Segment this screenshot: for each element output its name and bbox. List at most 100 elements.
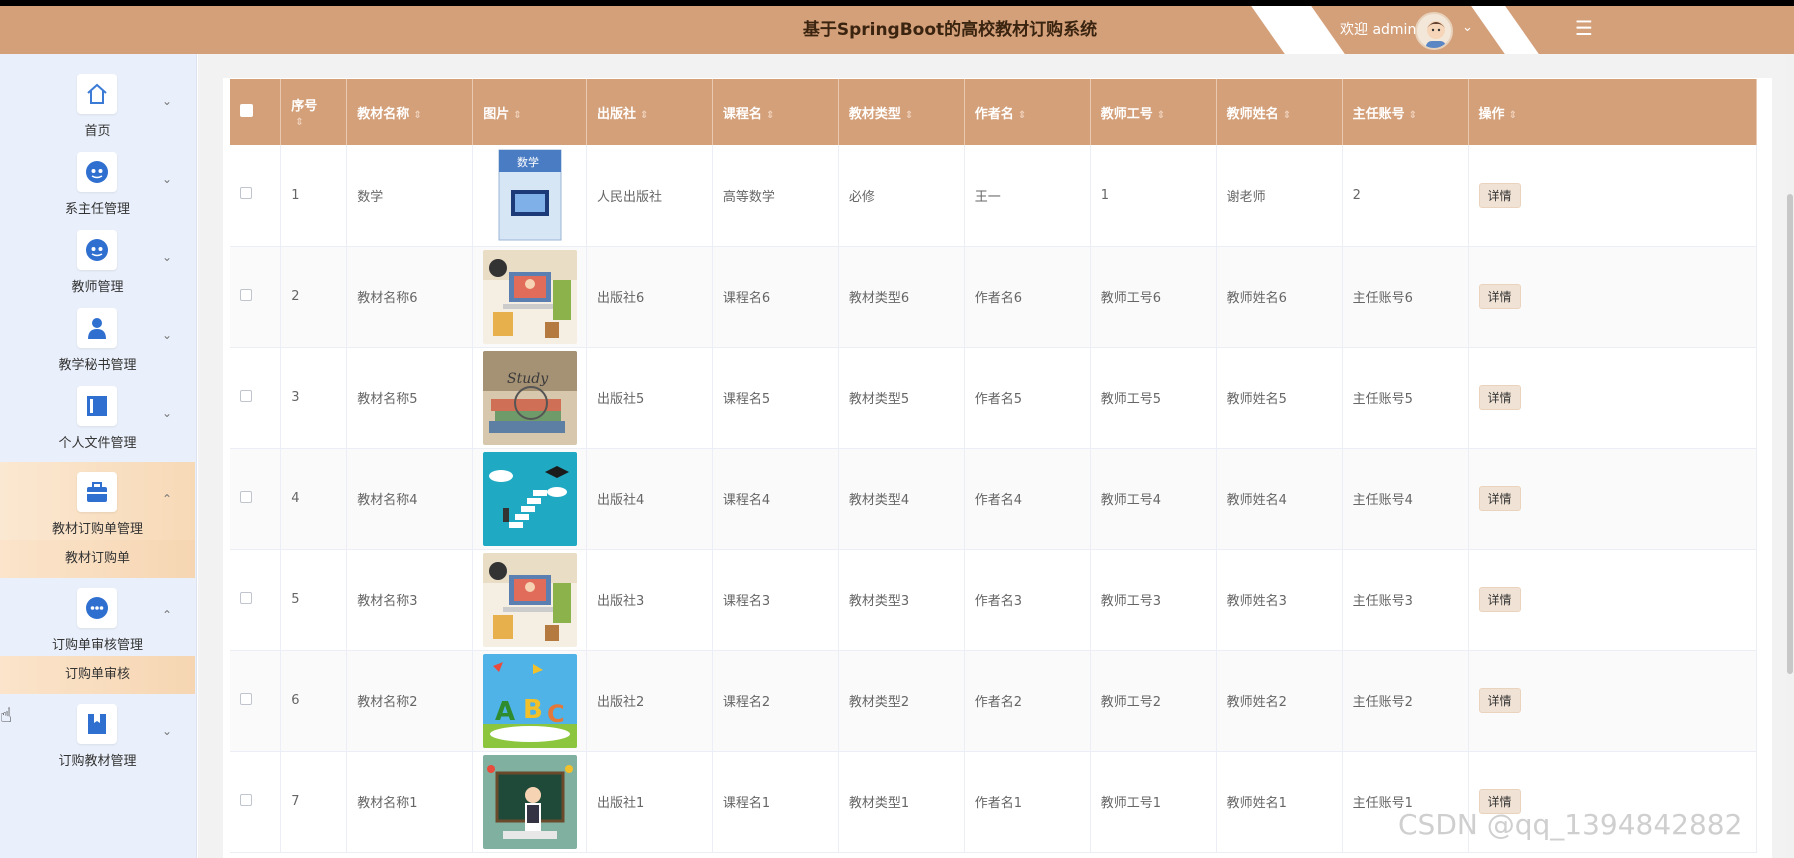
- row-select-cell[interactable]: [230, 347, 282, 449]
- column-header[interactable]: 教师姓名 ⇕: [1216, 79, 1343, 145]
- row-checkbox[interactable]: [240, 490, 252, 503]
- row-checkbox[interactable]: [240, 591, 252, 604]
- cell-teacher-id: 教师工号4: [1090, 448, 1217, 550]
- sidebar-item-director[interactable]: 系主任管理 ⌄: [0, 142, 195, 220]
- detail-button[interactable]: 详情: [1478, 385, 1521, 410]
- sidebar-item-secretary[interactable]: 教学秘书管理 ⌄: [0, 298, 195, 376]
- cell-image[interactable]: [472, 751, 587, 853]
- table-row[interactable]: 2 教材名称6 出版社6 课程名6 教材类型6 作者名6 教师工号6 教师姓名6 主任账号6 详情: [230, 246, 1758, 348]
- sort-icon[interactable]: ⇕: [1157, 110, 1165, 121]
- sort-icon[interactable]: ⇕: [1409, 110, 1417, 121]
- sidebar-item-label: 首页: [84, 124, 111, 139]
- cell-publisher: 出版社2: [586, 650, 713, 752]
- sidebar-item-order-management[interactable]: 教材订购单管理 ⌃: [0, 462, 195, 540]
- textbook-image[interactable]: [483, 552, 578, 647]
- table-row[interactable]: 4 教材名称4 出版社4 课程名4 教材类型4 作者名4 教师工号4 教师姓名4 主任账号4 详情: [230, 448, 1758, 550]
- user-badge-icon: [77, 152, 117, 192]
- column-header[interactable]: 教材名称 ⇕: [346, 79, 474, 145]
- row-checkbox[interactable]: [240, 288, 252, 301]
- cell-director-account: 主任账号2: [1342, 650, 1469, 752]
- cell-teacher-name: 教师姓名1: [1216, 751, 1343, 853]
- column-header[interactable]: 图片 ⇕: [472, 79, 587, 145]
- cell-image[interactable]: [472, 549, 587, 651]
- column-header[interactable]: 教材类型 ⇕: [838, 79, 965, 145]
- row-select-cell[interactable]: [230, 549, 282, 651]
- sort-icon[interactable]: ⇕: [295, 117, 303, 128]
- sidebar-item-ordered-books[interactable]: 订购教材管理 ⌄: [0, 694, 195, 772]
- sidebar-item-order-review[interactable]: 订购单审核管理 ⌃: [0, 578, 195, 656]
- cell-no: 2: [280, 246, 348, 348]
- sort-icon[interactable]: ⇕: [413, 110, 421, 121]
- cell-image[interactable]: [472, 448, 587, 550]
- submenu-order-review[interactable]: 订购单审核: [0, 656, 195, 694]
- table-row[interactable]: 3 教材名称5 Study 出版社5 课程名5 教材类型5 作者名5 教师工号5 教师姓名5 主任…: [230, 347, 1758, 449]
- row-checkbox[interactable]: [240, 692, 252, 705]
- sort-icon[interactable]: ⇕: [513, 110, 521, 121]
- cell-actions: 详情: [1468, 246, 1758, 348]
- column-header[interactable]: 课程名 ⇕: [712, 79, 839, 145]
- cell-director-account: 主任账号4: [1342, 448, 1469, 550]
- row-select-cell[interactable]: [230, 448, 282, 550]
- select-all-cell[interactable]: [230, 79, 282, 145]
- table-row[interactable]: 1 数学 数学 人民出版社 高等数学 必修 王一 1 谢老师 2 详情: [230, 145, 1758, 247]
- sidebar-item-home[interactable]: 首页 ⌄: [0, 64, 195, 142]
- app-header: 基于SpringBoot的高校教材订购系统 欢迎 admin ⌄ ☰: [0, 6, 1794, 54]
- table-row[interactable]: 5 教材名称3 出版社3 课程名3 教材类型3 作者名3 教师工号3 教师姓名3 主任账号3 详情: [230, 549, 1758, 651]
- cell-image[interactable]: Study: [472, 347, 587, 449]
- row-checkbox[interactable]: [240, 187, 252, 200]
- cell-image[interactable]: ABC: [472, 650, 587, 752]
- sort-icon[interactable]: ⇕: [905, 110, 913, 121]
- sort-icon[interactable]: ⇕: [1283, 110, 1291, 121]
- menu-collapse-icon[interactable]: ☰: [1572, 16, 1596, 40]
- textbook-image[interactable]: Study: [483, 350, 578, 445]
- detail-button[interactable]: 详情: [1478, 688, 1521, 713]
- sidebar-item-teacher[interactable]: 教师管理 ⌄: [0, 220, 195, 298]
- column-header[interactable]: 作者名 ⇕: [964, 79, 1091, 145]
- sort-icon[interactable]: ⇕: [1018, 110, 1026, 121]
- detail-button[interactable]: 详情: [1478, 587, 1521, 612]
- row-select-cell[interactable]: [230, 246, 282, 348]
- cell-teacher-name: 谢老师: [1216, 145, 1343, 247]
- cell-author: 作者名6: [964, 246, 1091, 348]
- column-header[interactable]: 主任账号 ⇕: [1342, 79, 1469, 145]
- submenu-order-list[interactable]: 教材订购单: [0, 540, 195, 578]
- user-avatar-icon[interactable]: [1415, 12, 1453, 50]
- sort-icon[interactable]: ⇕: [766, 110, 774, 121]
- cell-image[interactable]: 数学: [472, 145, 587, 247]
- detail-button[interactable]: 详情: [1478, 182, 1521, 208]
- column-header[interactable]: 序号 ⇕: [280, 79, 348, 145]
- textbook-image[interactable]: ABC: [483, 653, 578, 748]
- textbook-image[interactable]: 数学: [483, 148, 578, 243]
- chevron-down-icon[interactable]: ⌄: [1462, 20, 1473, 35]
- detail-button[interactable]: 详情: [1478, 284, 1521, 309]
- row-select-cell[interactable]: [230, 650, 282, 752]
- row-select-cell[interactable]: [230, 145, 282, 247]
- select-all-checkbox[interactable]: [240, 103, 253, 117]
- cell-course: 高等数学: [712, 145, 839, 247]
- cell-textbook-name: 教材名称4: [346, 448, 474, 550]
- cell-type: 教材类型3: [838, 549, 965, 651]
- cell-image[interactable]: [472, 246, 587, 348]
- textbook-image[interactable]: [483, 249, 578, 344]
- textbook-image[interactable]: [483, 754, 578, 849]
- sidebar-item-files[interactable]: 个人文件管理 ⌄: [0, 376, 195, 454]
- row-checkbox[interactable]: [240, 389, 252, 402]
- column-header[interactable]: 教师工号 ⇕: [1090, 79, 1217, 145]
- sort-icon[interactable]: ⇕: [640, 110, 648, 121]
- cell-director-account: 主任账号6: [1342, 246, 1469, 348]
- page-scrollbar[interactable]: [1786, 54, 1794, 858]
- detail-button[interactable]: 详情: [1478, 486, 1521, 511]
- cell-course: 课程名1: [712, 751, 839, 853]
- mouse-cursor-icon: ☝: [0, 703, 13, 727]
- row-select-cell[interactable]: [230, 751, 282, 853]
- table-row[interactable]: 6 教材名称2 A B C 出版社2 课程名2 教材类型2 作者名2 教师工号2 教师姓名2 主任账号…: [230, 650, 1758, 752]
- cell-course: 课程名3: [712, 549, 839, 651]
- column-header[interactable]: 出版社 ⇕: [586, 79, 713, 145]
- sort-icon[interactable]: ⇕: [1509, 110, 1517, 121]
- home-icon: [77, 74, 117, 114]
- chevron-down-icon: ⌄: [162, 724, 173, 738]
- row-checkbox[interactable]: [240, 793, 252, 806]
- textbook-image[interactable]: [483, 451, 578, 546]
- scrollbar-thumb[interactable]: [1787, 194, 1793, 674]
- cell-teacher-name: 教师姓名6: [1216, 246, 1343, 348]
